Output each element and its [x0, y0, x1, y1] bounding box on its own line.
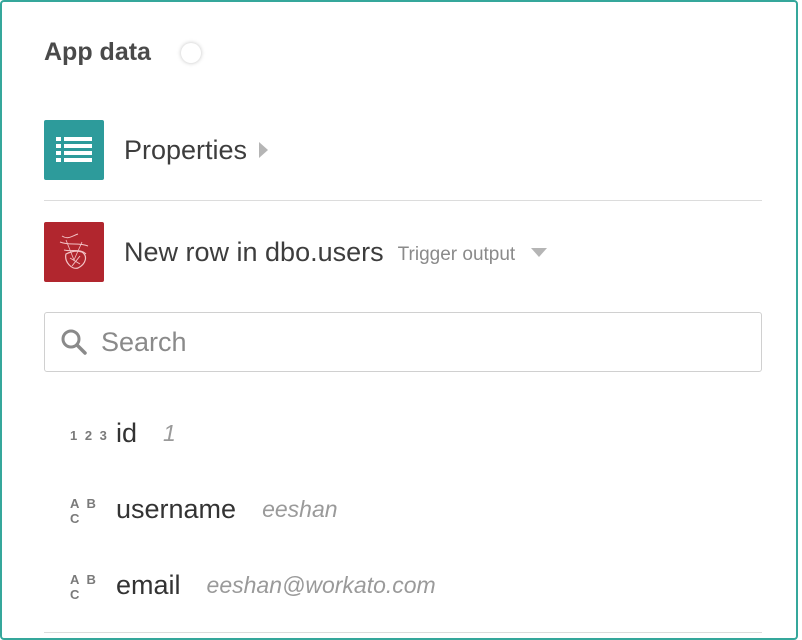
field-row-id[interactable]: 1 2 3 id 1: [70, 408, 436, 458]
field-value: eeshan@workato.com: [206, 571, 436, 598]
search-input[interactable]: [99, 325, 703, 359]
field-row-username[interactable]: A B C username eeshan: [70, 484, 436, 534]
string-type-icon: A B C: [70, 496, 98, 526]
divider: [44, 200, 762, 201]
list-icon: [44, 120, 104, 180]
number-type-icon: 1 2 3: [70, 427, 109, 443]
search-icon: [61, 329, 87, 355]
loading-indicator-icon: [180, 42, 201, 63]
divider: [44, 632, 762, 633]
trigger-output-section[interactable]: New row in dbo.users Trigger output: [44, 222, 548, 282]
properties-section[interactable]: Properties: [44, 120, 269, 180]
string-type-icon: A B C: [70, 572, 98, 602]
chevron-down-icon[interactable]: [531, 247, 548, 257]
field-list: 1 2 3 id 1 A B C username eeshan A B C e…: [70, 408, 436, 636]
search-box[interactable]: [44, 312, 762, 372]
app-data-panel: App data Properties New row in dbo.users…: [0, 0, 798, 640]
caret-right-icon[interactable]: [259, 142, 269, 158]
trigger-label: New row in dbo.users: [124, 236, 384, 267]
field-name: id: [116, 417, 138, 448]
trigger-output-label: Trigger output: [397, 244, 516, 265]
sql-server-icon: [44, 222, 104, 282]
field-name: email: [116, 569, 181, 600]
properties-label: Properties: [124, 134, 248, 165]
field-value: eeshan: [262, 495, 338, 522]
field-name: username: [116, 493, 237, 524]
field-value: 1: [163, 419, 176, 446]
panel-title: App data: [44, 38, 151, 66]
field-row-email[interactable]: A B C email eeshan@workato.com: [70, 560, 436, 610]
panel-header: App data: [44, 38, 201, 67]
